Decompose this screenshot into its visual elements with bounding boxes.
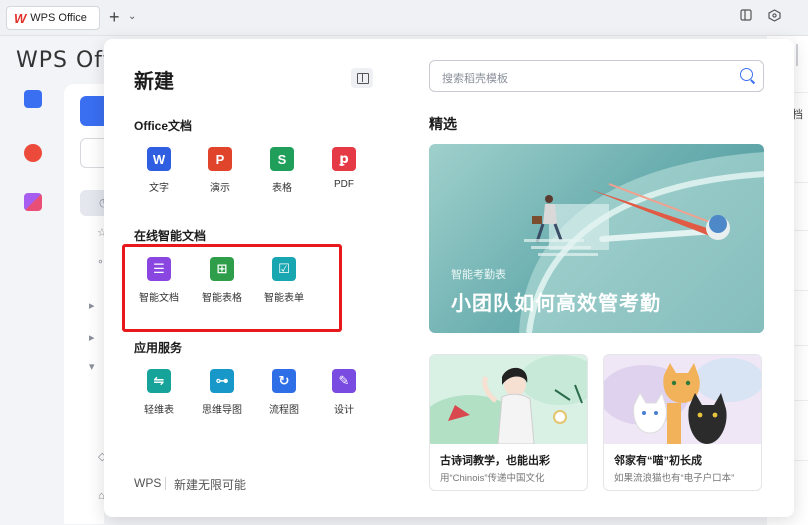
new-smart-form-button[interactable]: ☑ 智能表单 — [254, 257, 314, 304]
new-flowchart-button[interactable]: ↻ 流程图 — [254, 369, 314, 416]
panel-toggle-button[interactable] — [351, 68, 373, 88]
background-open-field[interactable] — [80, 138, 104, 168]
new-flowchart-label: 流程图 — [269, 405, 299, 416]
flowchart-icon: ↻ — [272, 369, 296, 393]
background-expand-icon[interactable]: ▸ — [89, 299, 95, 312]
new-spreadsheet-label: 表格 — [272, 183, 292, 194]
footer-slogan: 新建无限可能 — [174, 478, 247, 492]
pdf-icon: ꝑ — [332, 147, 356, 171]
word-icon: W — [147, 147, 171, 171]
card-title: 古诗词教学，也能出彩 — [440, 455, 550, 467]
app-tab-label: WPS Office — [30, 12, 87, 24]
new-word-label: 文字 — [149, 183, 169, 194]
smart-sheet-icon: ⊞ — [210, 257, 234, 281]
new-design-label: 设计 — [334, 405, 354, 416]
app-tab[interactable]: W WPS Office — [6, 6, 100, 30]
template-search-input[interactable]: 搜索稻壳模板 — [429, 60, 764, 92]
background-share-icon: ∘ — [97, 256, 104, 268]
light-table-icon: ⇋ — [147, 369, 171, 393]
new-smart-sheet-button[interactable]: ⊞ 智能表格 — [192, 257, 252, 304]
smart-doc-icon: ☰ — [147, 257, 171, 281]
card-subtitle: 用“Chinois”传递中国文化 — [440, 473, 545, 484]
new-document-dialog: 新建 Office文档 W 文字 P 演示 S 表格 ꝑ PDF 在线智能文档 … — [104, 39, 794, 517]
new-tab-button[interactable]: + — [109, 8, 120, 26]
new-mindmap-button[interactable]: ⊶ 思维导图 — [192, 369, 252, 416]
new-presentation-button[interactable]: P 演示 — [190, 147, 250, 194]
banner-headline: 小团队如何高效管考勤 — [451, 293, 661, 315]
new-word-button[interactable]: W 文字 — [129, 147, 189, 194]
card-title: 邻家有“喵”初长成 — [614, 455, 702, 467]
search-placeholder: 搜索稻壳模板 — [442, 73, 508, 85]
new-light-table-label: 轻维表 — [144, 405, 174, 416]
new-smart-sheet-label: 智能表格 — [202, 293, 242, 304]
featured-title: 精选 — [429, 116, 457, 132]
new-pdf-label: PDF — [334, 179, 354, 190]
layout-toggle-icon[interactable] — [738, 9, 754, 25]
new-spreadsheet-button[interactable]: S 表格 — [252, 147, 312, 194]
new-presentation-label: 演示 — [210, 183, 230, 194]
new-design-button[interactable]: ✎ 设计 — [314, 369, 374, 416]
banner-tag: 智能考勤表 — [451, 269, 506, 281]
presentation-icon: P — [208, 147, 232, 171]
section-title-office: Office文档 — [134, 119, 193, 133]
design-icon: ✎ — [332, 369, 356, 393]
section-title-smart-docs: 在线智能文档 — [134, 229, 207, 243]
sidebar-apps-icon[interactable] — [24, 193, 42, 211]
new-mindmap-label: 思维导图 — [202, 405, 242, 416]
background-divider — [796, 44, 798, 66]
smart-form-icon: ☑ — [272, 257, 296, 281]
featured-card-poetry[interactable]: 古诗词教学，也能出彩 用“Chinois”传递中国文化 — [429, 354, 588, 491]
sidebar-pdf-icon[interactable] — [24, 144, 42, 162]
new-pdf-button[interactable]: ꝑ PDF — [314, 147, 374, 190]
mindmap-icon: ⊶ — [210, 369, 234, 393]
new-smart-doc-label: 智能文档 — [139, 293, 179, 304]
skin-icon[interactable] — [766, 9, 782, 25]
new-smart-form-label: 智能表单 — [264, 293, 304, 304]
footer-divider — [165, 477, 166, 490]
card-subtitle: 如果流浪猫也有“电子户口本” — [614, 473, 735, 484]
sidebar-home-icon[interactable] — [24, 90, 42, 108]
tab-dropdown-icon[interactable]: ⌄ — [128, 11, 136, 22]
background-brand-title: WPS Off — [16, 48, 112, 73]
background-collapse-icon[interactable]: ▾ — [89, 360, 95, 373]
poetry-card-image — [430, 355, 587, 444]
wps-logo-icon: W — [14, 10, 27, 26]
footer-brand: WPS — [134, 476, 162, 490]
background-expand-icon-2[interactable]: ▸ — [89, 331, 95, 344]
search-icon[interactable] — [740, 68, 753, 81]
cat-card-image — [604, 355, 761, 444]
spreadsheet-icon: S — [270, 147, 294, 171]
window-tab-bar: W WPS Office + ⌄ — [0, 0, 808, 36]
section-title-app-services: 应用服务 — [134, 341, 183, 355]
dialog-title: 新建 — [134, 71, 174, 93]
new-light-table-button[interactable]: ⇋ 轻维表 — [129, 369, 189, 416]
featured-banner[interactable]: 智能考勤表 小团队如何高效管考勤 — [429, 144, 764, 333]
new-smart-doc-button[interactable]: ☰ 智能文档 — [129, 257, 189, 304]
background-new-button[interactable] — [80, 96, 104, 126]
featured-card-cat[interactable]: 邻家有“喵”初长成 如果流浪猫也有“电子户口本” — [603, 354, 762, 491]
